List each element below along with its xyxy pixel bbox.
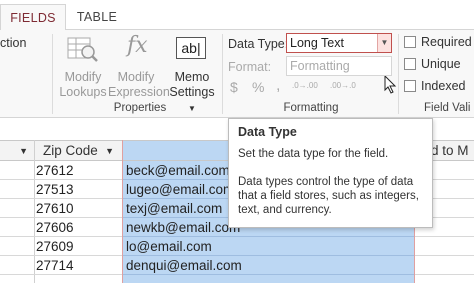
format-label: Format: (228, 60, 272, 74)
column-header-zip-code[interactable]: Zip Code ▼ (34, 140, 122, 161)
zip-code-cell[interactable]: 27714 (0, 256, 122, 275)
format-value: Formatting (290, 59, 350, 73)
comma-style-button[interactable]: , (276, 77, 280, 95)
column-header-dropdown[interactable]: ▼ (0, 140, 34, 161)
mouse-cursor-icon (384, 75, 397, 94)
data-type-dropdown[interactable]: Long Text ▼ (286, 33, 392, 53)
tab-table[interactable]: TABLE (67, 4, 127, 31)
zip-code-cell[interactable]: 27612 (0, 161, 122, 180)
email-cell[interactable]: denqui@email.com (123, 256, 414, 275)
email-cell-partial (123, 275, 414, 283)
properties-group-label: Properties (113, 102, 167, 114)
add-to-mailing-header-label: ld to M (428, 143, 469, 158)
memo-settings-label-1: Memo (174, 70, 210, 84)
tooltip-title: Data Type (238, 125, 297, 139)
zip-code-cell[interactable]: 27513 (0, 180, 122, 199)
percent-button[interactable]: % (252, 79, 264, 95)
formatting-group-label: Formatting (283, 102, 339, 114)
indexed-checkbox[interactable] (404, 80, 416, 92)
function-icon: fx (127, 33, 148, 58)
cut-off-label: ction (0, 36, 27, 50)
modify-lookups-label-2: Lookups (59, 85, 107, 99)
modify-lookups-icon (67, 37, 98, 62)
group-separator (398, 34, 399, 114)
group-separator (52, 34, 53, 114)
data-type-label: Data Type: (228, 37, 289, 51)
field-validation-group-label: Field Vali (424, 102, 471, 114)
zip-code-cell[interactable]: 27606 (0, 218, 122, 237)
chevron-down-icon[interactable]: ▼ (377, 34, 391, 52)
increase-decimals-button[interactable]: .0→.00 (292, 81, 318, 90)
zip-code-cell[interactable]: 27609 (0, 237, 122, 256)
memo-icon: ab| (176, 37, 206, 59)
zip-code-header-label: Zip Code (43, 143, 98, 158)
unique-checkbox[interactable] (404, 58, 416, 70)
add-to-mailing-cell[interactable] (415, 237, 474, 256)
data-type-value: Long Text (290, 36, 344, 50)
unique-label: Unique (421, 57, 461, 71)
tab-fields[interactable]: FIELDS (0, 4, 66, 31)
group-separator (222, 34, 223, 114)
data-type-tooltip: Data Type Set the data type for the fiel… (228, 118, 433, 228)
ribbon-tab-bar: FIELDS TABLE (0, 0, 474, 31)
zip-code-cell[interactable]: 27610 (0, 199, 122, 218)
chevron-down-icon[interactable]: ▼ (105, 141, 114, 161)
tooltip-line-1: Set the data type for the field. (238, 148, 389, 160)
currency-button[interactable]: $ (230, 79, 238, 95)
email-cell[interactable]: lo@email.com (123, 237, 414, 256)
required-checkbox[interactable] (404, 36, 416, 48)
decrease-decimals-button[interactable]: .00→.0 (330, 81, 356, 90)
modify-expression-label-2: Expression (108, 85, 170, 99)
ribbon: ction Modify Lookups fx Modify Expressio… (0, 30, 474, 118)
tooltip-line-2: Data types control the type of data that… (238, 176, 419, 216)
add-to-mailing-cell[interactable] (415, 256, 474, 275)
modify-expression-label-1: Modify (117, 70, 155, 84)
format-dropdown[interactable]: Formatting (286, 56, 392, 76)
required-label: Required (421, 35, 472, 49)
modify-lookups-label-1: Modify (64, 70, 102, 84)
indexed-label: Indexed (421, 79, 466, 93)
